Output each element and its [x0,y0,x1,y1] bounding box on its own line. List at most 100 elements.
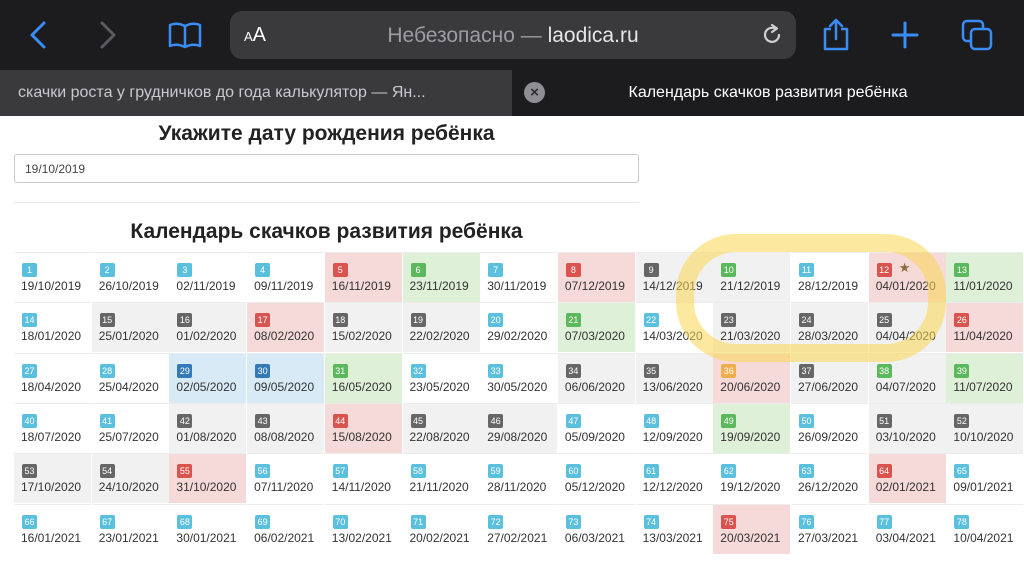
week-date: 22/02/2020 [409,329,470,344]
address-text[interactable]: Небезопасно — laodica.ru [230,24,796,48]
address-bar[interactable]: AA Небезопасно — laodica.ru [230,11,796,59]
week-date: 14/03/2020 [642,329,703,344]
week-cell: 35 13/06/2020 [635,352,713,403]
week-number-badge: 73 [565,514,581,529]
week-date: 07/12/2019 [564,279,625,293]
week-cell: 64 02/01/2021 [868,453,946,504]
week-cell: 29 02/05/2020 [169,352,247,403]
week-number-badge: 65 [954,464,970,479]
week-date: 27/03/2021 [798,530,859,545]
week-number-badge: 22 [643,313,659,328]
week-cell: 57 14/11/2020 [324,453,402,503]
week-cell: 2 26/10/2019 [91,252,169,302]
calendar-heading: Календарь скачков развития ребёнка [130,220,523,243]
week-cell: 18 15/02/2020 [324,302,402,353]
week-cell: 75 20/03/2021 [713,503,791,554]
close-tab-icon[interactable]: × [524,82,545,103]
week-number-badge: 27 [22,363,37,378]
week-date: 13/06/2020 [642,379,703,394]
week-number-badge: 71 [410,514,426,529]
week-number-badge: 55 [177,464,193,479]
week-cell: 72 27/02/2021 [480,503,558,554]
week-number-badge: 44 [332,413,348,428]
week-cell: 22 14/03/2020 [635,302,713,352]
week-date: 19/09/2020 [720,429,781,444]
reload-icon[interactable] [760,23,784,47]
week-date: 05/12/2020 [564,480,625,495]
week-date: 04/07/2020 [875,379,936,394]
week-date: 23/01/2021 [98,530,159,545]
week-date: 11/04/2020 [953,329,1013,344]
week-date: 18/07/2020 [21,429,82,444]
week-number-badge: 13 [954,263,970,277]
week-number-badge: 41 [99,413,115,428]
week-number-badge: 29 [177,363,193,378]
week-cell: 69 06/02/2021 [247,503,325,554]
week-cell: 70 13/02/2021 [324,503,402,554]
week-number-badge: 32 [410,363,426,378]
week-date: 07/03/2020 [564,329,625,344]
week-cell: 60 05/12/2020 [557,453,635,503]
week-date: 21/03/2020 [720,329,781,344]
birth-date-input[interactable] [14,154,639,183]
week-number-badge: 7 [488,263,504,277]
week-cell: 50 26/09/2020 [791,402,868,453]
week-date: 29/02/2020 [487,329,548,344]
week-date: 29/08/2020 [487,429,548,444]
week-cell: 49 19/09/2020 [713,402,791,453]
address-prefix: Небезопасно — [387,24,542,47]
week-number-badge: 49 [721,413,737,428]
page-content: Укажите дату рождения ребёнка Календарь … [0,116,1024,576]
week-number-badge: 43 [255,413,271,428]
week-number-badge: 68 [177,514,193,529]
week-cell: 26 11/04/2020 [946,302,1024,353]
week-cell: 58 21/11/2020 [402,453,480,503]
week-date: 06/06/2020 [564,379,625,394]
week-cell: 32 23/05/2020 [402,352,480,403]
week-date: 21/12/2019 [720,279,781,293]
share-icon[interactable] [816,15,856,55]
week-date: 26/10/2019 [98,279,159,293]
week-number-badge: 50 [799,413,814,428]
week-number-badge: 64 [876,464,892,479]
week-number-badge: 10 [721,263,737,277]
tab-calendar-title: Календарь скачков развития ребёнка [628,84,908,101]
week-number-badge: 75 [721,514,737,529]
week-number-badge: 34 [565,363,581,378]
week-date: 18/04/2020 [21,379,82,394]
week-number-badge: 5 [332,263,348,277]
back-icon[interactable] [18,15,58,55]
tab-calendar[interactable]: × Календарь скачков развития ребёнка [512,70,1024,116]
week-cell: 39 11/07/2020 [946,352,1024,403]
week-cell: 47 05/09/2020 [557,402,635,453]
birth-date-heading: Укажите дату рождения ребёнка [158,122,495,145]
forward-icon[interactable] [88,15,128,55]
week-date: 12/12/2020 [642,480,703,495]
tabs-icon[interactable] [957,15,997,55]
week-cell: 62 19/12/2020 [713,453,791,503]
new-tab-icon[interactable] [885,15,925,55]
tab-search[interactable]: скачки роста у грудничков до года кальку… [0,70,512,116]
week-cell: 59 28/11/2020 [480,453,558,503]
week-cell: 23 21/03/2020 [713,302,791,353]
week-number-badge: 61 [643,464,659,479]
week-number-badge: 3 [177,263,193,277]
week-cell: 10 21/12/2019 [713,252,791,302]
week-date: 16/05/2020 [331,379,392,394]
week-date: 15/02/2020 [331,329,392,344]
week-number-badge: 56 [255,464,271,479]
week-cell: 17 08/02/2020 [247,302,325,353]
week-date: 10/10/2020 [953,429,1014,444]
week-cell: 9 14/12/2019 [635,252,713,302]
week-date: 25/04/2020 [98,379,159,394]
week-cell: 76 27/03/2021 [791,503,868,554]
tab-search-title: скачки роста у грудничков до года кальку… [18,84,426,101]
week-number-badge: 53 [22,464,37,479]
week-number-badge: 23 [721,313,737,328]
bookmarks-icon[interactable] [165,15,205,55]
week-number-badge: 2 [99,263,115,277]
week-date: 06/02/2021 [254,530,315,545]
week-cell: 3 02/11/2019 [169,252,247,302]
week-number-badge: 67 [99,514,115,529]
week-cell: 52 10/10/2020 [946,402,1024,453]
